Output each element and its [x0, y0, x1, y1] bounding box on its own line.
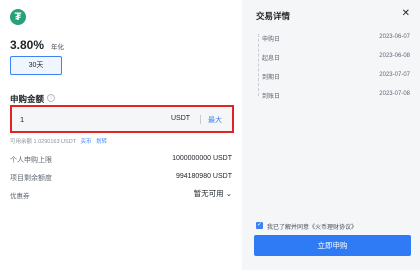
term-30-days-button[interactable]: 30天 — [10, 56, 62, 75]
timeline-label-maturity: 到期日 — [262, 75, 281, 81]
amount-input[interactable]: 1 USDT 最大 — [10, 105, 234, 133]
personal-limit-label: 个人申购上限 — [10, 157, 52, 164]
personal-limit-value: 1000000000 USDT — [172, 155, 232, 162]
coupon-select[interactable]: 暂无可用 ⌄ — [194, 188, 232, 199]
available-balance: 可用余额 1.0290163 USDT 买币 划转 — [10, 137, 107, 145]
info-icon[interactable]: i — [47, 94, 55, 102]
timeline-date-maturity: 2023-07-07 — [379, 72, 410, 78]
close-icon[interactable]: ✕ — [402, 9, 410, 19]
timeline-line — [258, 34, 259, 96]
remaining-quota-value: 994180980 USDT — [175, 173, 232, 180]
chevron-down-icon: ⌄ — [225, 189, 232, 198]
timeline-label-arrival: 到账日 — [262, 94, 281, 100]
timeline-label-subscribe: 申购日 — [262, 37, 281, 43]
input-divider — [200, 115, 201, 124]
timeline-date-value: 2023-06-08 — [379, 53, 410, 59]
amount-title: 申购金额 — [10, 94, 45, 104]
transfer-link[interactable]: 划转 — [96, 139, 107, 145]
subscribe-button[interactable]: 立即申购 — [254, 235, 411, 256]
transaction-details-panel: 交易详情 ✕ 申购日 2023-06-07 起息日 2023-06-08 到期日… — [242, 0, 420, 270]
amount-unit: USDT — [171, 115, 191, 122]
annual-rate-unit: 年化 — [51, 44, 64, 51]
buy-coin-link[interactable]: 买币 — [80, 139, 91, 145]
timeline-date-subscribe: 2023-06-07 — [379, 34, 410, 40]
timeline-label-value: 起息日 — [262, 56, 281, 62]
remaining-quota-label: 项目剩余额度 — [10, 175, 52, 182]
amount-input-value[interactable]: 1 — [20, 115, 24, 124]
agreement-text[interactable]: 我已了解并同意《火币理财协议》 — [267, 222, 357, 231]
available-balance-text: 可用余额 1.0290163 USDT — [10, 139, 76, 145]
annual-rate: 3.80% — [10, 38, 45, 52]
tether-icon: ₮ — [10, 9, 26, 25]
timeline-date-arrival: 2023-07-08 — [379, 91, 410, 97]
panel-title: 交易详情 — [256, 11, 291, 21]
coupon-label: 优惠券 — [10, 193, 30, 200]
max-button[interactable]: 最大 — [208, 115, 222, 125]
coupon-value: 暂无可用 — [193, 189, 224, 198]
subscription-form: ₮ 3.80% 年化 30天 申购金额 i 1 USDT 最大 可用余额 1.0… — [0, 0, 242, 270]
agreement-checkbox[interactable]: ✓ — [256, 222, 263, 229]
